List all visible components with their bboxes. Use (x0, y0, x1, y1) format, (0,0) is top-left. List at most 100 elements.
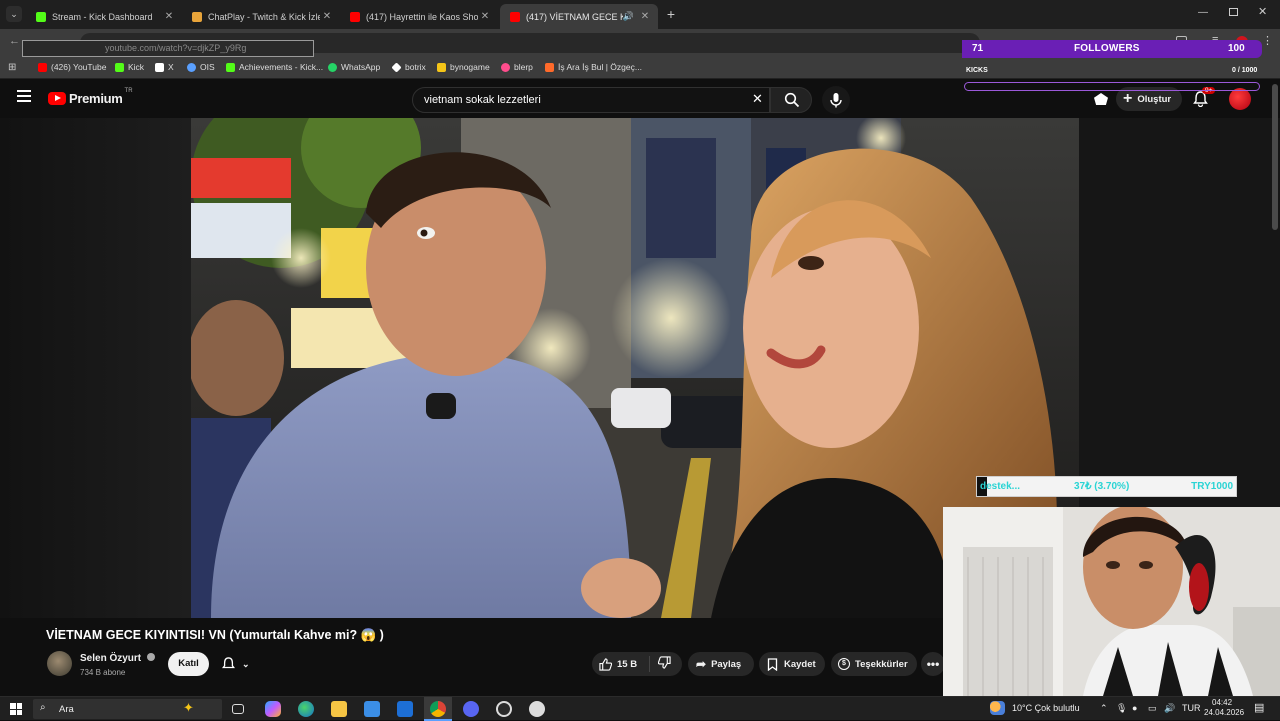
volume-icon[interactable]: 🔊 (1164, 703, 1175, 714)
bookmark-label: Achievements - Kick... (239, 62, 324, 72)
file-explorer-icon[interactable] (331, 701, 347, 717)
search-button[interactable] (770, 87, 812, 113)
youtube-logo[interactable]: Premium TR (48, 88, 133, 106)
like-count: 15 B (617, 658, 638, 670)
scrollbar[interactable] (1272, 84, 1278, 230)
donation-goal-bar: destek... 37₺ (3.70%) TRY1000 (976, 476, 1237, 497)
keyboard-language[interactable]: TUR (1182, 703, 1201, 713)
like-button[interactable]: 15 B (592, 656, 650, 672)
more-actions-button[interactable]: ••• (921, 652, 945, 676)
apps-grid-icon[interactable]: ⊞ (8, 62, 16, 73)
bookmark-x[interactable]: X (155, 62, 174, 72)
url-text[interactable]: youtube.com/watch?v=djkZP_y9Rg (22, 40, 314, 57)
minimize-icon[interactable]: — (1198, 7, 1210, 18)
edge-icon[interactable] (298, 701, 314, 717)
logo-country-badge: TR (124, 88, 133, 94)
account-avatar[interactable] (1229, 88, 1251, 110)
share-button[interactable]: ➦ Paylaş (688, 652, 754, 676)
notifications-button[interactable]: 9+ (1193, 87, 1216, 112)
bookmark-kick[interactable]: Kick (115, 62, 144, 72)
create-label: Oluştur (1137, 93, 1172, 105)
subscribe-notification-button[interactable]: ⌄ (216, 652, 264, 676)
donation-goal-amount: TRY1000 (1191, 481, 1233, 492)
bookmark-whatsapp[interactable]: WhatsApp (328, 62, 380, 72)
speaker-icon[interactable]: 🔊 (623, 11, 634, 22)
kicks-progress-bar (964, 82, 1260, 91)
dislike-button[interactable] (650, 656, 671, 672)
thanks-button[interactable]: $ Teşekkürler (831, 652, 917, 676)
microsoft-store-icon[interactable] (364, 701, 380, 717)
browser-tab-strip: ⌄ Stream - Kick Dashboard ✕ ChatPlay - T… (0, 0, 1280, 29)
clock-time[interactable]: 04:42 (1212, 698, 1232, 707)
tray-chevron-icon[interactable]: ⌃ (1100, 703, 1108, 714)
bookmark-ois[interactable]: OIS (187, 62, 215, 72)
mail-icon[interactable] (397, 701, 413, 717)
close-tab-icon[interactable]: ✕ (320, 11, 334, 22)
clear-search-icon[interactable]: ✕ (752, 91, 763, 107)
browser-tab-chatplay[interactable]: ChatPlay - Twitch & Kick İzleyic ✕ (182, 4, 340, 29)
discord-icon[interactable] (463, 701, 479, 717)
bookmark-youtube[interactable]: (426) YouTube (38, 62, 106, 72)
back-icon[interactable]: ← (9, 35, 20, 47)
save-button[interactable]: Kaydet (759, 652, 825, 676)
bookmarks-bar: ⊞ (426) YouTube Kick X OIS Achievements … (0, 57, 1280, 79)
bookmark-bynogame[interactable]: bynogame (437, 62, 490, 72)
chrome-menu-icon[interactable]: ⋮ (1262, 34, 1273, 47)
channel-avatar[interactable] (47, 651, 72, 676)
youtube-icon (38, 62, 47, 72)
maximize-icon[interactable] (1229, 8, 1238, 16)
copilot-icon[interactable] (265, 701, 281, 717)
browser-tab-vietnam-active[interactable]: (417) VİETNAM GECE KIYIN 🔊 ✕ (500, 4, 658, 29)
like-dislike-group: 15 B (592, 652, 682, 676)
video-title: VİETNAM GECE KIYINTISI! VN (Yumurtalı Ka… (46, 628, 384, 642)
bookmark-achievements[interactable]: Achievements - Kick... (226, 62, 323, 72)
bookmark-botrix[interactable]: botrix (391, 61, 426, 73)
tab-search-button[interactable]: ⌄ (6, 6, 22, 22)
followers-goal-bar: 71 FOLLOWERS 100 (962, 40, 1262, 58)
obs-icon[interactable] (496, 701, 512, 717)
channel-name[interactable]: Selen Özyurt (80, 653, 155, 664)
close-tab-icon[interactable]: ✕ (478, 11, 492, 22)
tab-title: Stream - Kick Dashboard (52, 11, 153, 22)
webcam-app-icon[interactable] (529, 701, 545, 717)
sparkle-icon: ✦ (183, 700, 194, 715)
browser-tab-kaos-show[interactable]: (417) Hayrettin ile Kaos Show - ✕ (340, 4, 498, 29)
microphone-tray-icon[interactable]: 🎙 (1116, 703, 1127, 714)
bookmark-label: İş Ara İş Bul | Özgeç... (558, 62, 642, 72)
weather-text[interactable]: 10°C Çok bulutlu (1012, 703, 1080, 713)
mic-icon[interactable]: ● (1132, 703, 1137, 713)
x-icon (155, 62, 164, 72)
bookmark-job[interactable]: İş Ara İş Bul | Özgeç... (545, 62, 642, 72)
bookmark-label: OIS (200, 62, 215, 72)
join-button[interactable]: Katıl (168, 652, 209, 676)
voice-search-button[interactable] (822, 86, 850, 114)
close-window-icon[interactable]: ✕ (1258, 5, 1267, 18)
channel-name-text: Selen Özyurt (80, 653, 142, 664)
task-view-icon[interactable] (232, 704, 244, 714)
close-tab-icon[interactable]: ✕ (162, 11, 176, 22)
tab-title: ChatPlay - Twitch & Kick İzleyic (208, 11, 320, 22)
search-icon (784, 92, 800, 108)
theater-background-left (0, 118, 191, 618)
clock-date[interactable]: 24.04.2026 (1204, 708, 1244, 717)
followers-count: 71 (972, 43, 984, 54)
taskbar-search-box[interactable]: ⌕ Ara ✦ (33, 699, 222, 719)
cast-icon[interactable] (1094, 93, 1108, 105)
browser-tab-kick-dashboard[interactable]: Stream - Kick Dashboard ✕ (26, 4, 182, 29)
youtube-icon (350, 11, 360, 22)
network-icon[interactable]: ▭ (1148, 703, 1157, 714)
chrome-icon[interactable] (430, 701, 446, 717)
new-tab-button[interactable]: + (663, 6, 679, 22)
search-value: vietnam sokak lezzetleri (424, 94, 541, 106)
search-input[interactable]: vietnam sokak lezzetleri (412, 87, 770, 113)
bookmark-blerp[interactable]: blerp (501, 62, 533, 72)
weather-icon (990, 701, 1005, 715)
hamburger-menu-icon[interactable] (17, 90, 31, 102)
kicks-label: KICKS (966, 67, 988, 74)
windows-start-icon[interactable] (10, 703, 22, 715)
notification-center-icon[interactable]: ▤ (1254, 701, 1264, 714)
search-icon: ⌕ (40, 702, 46, 713)
close-tab-icon[interactable]: ✕ (638, 11, 652, 22)
botrix-icon (391, 61, 402, 73)
plus-icon: + (1123, 90, 1133, 107)
